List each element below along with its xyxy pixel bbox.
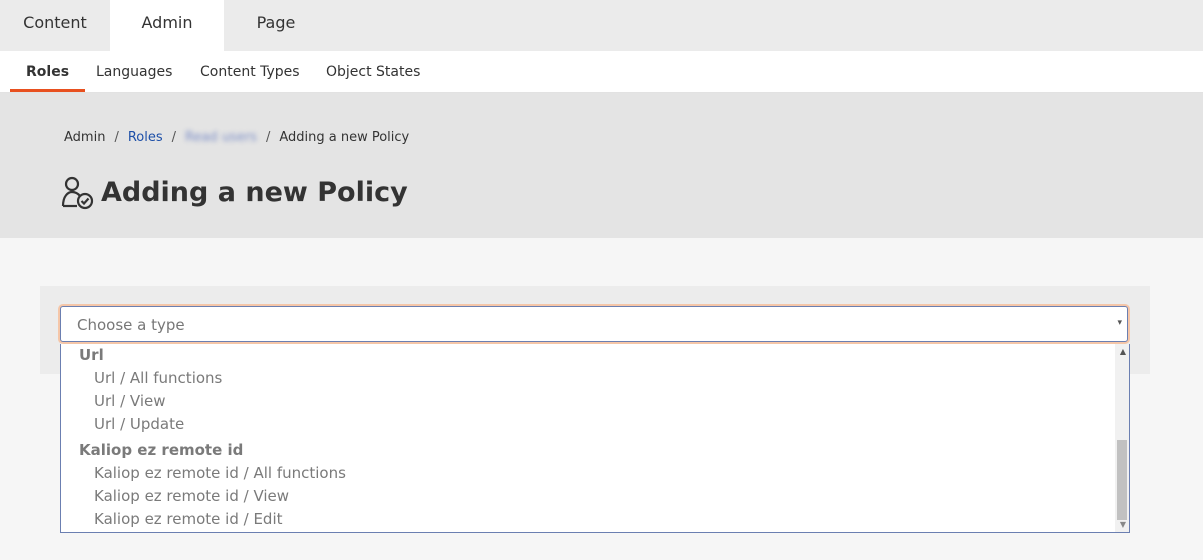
scroll-down-icon[interactable]: ▼ [1120, 520, 1126, 529]
tab-page[interactable]: Page [224, 0, 328, 51]
chevron-down-icon: ▾ [1117, 318, 1122, 328]
user-check-icon [61, 176, 94, 210]
breadcrumb-role[interactable]: Read users [185, 130, 257, 145]
page-title: Adding a new Policy [101, 177, 408, 208]
option-group-url: Url [79, 346, 104, 364]
subnav-content-types[interactable]: Content Types [200, 51, 300, 92]
subnav-object-states[interactable]: Object States [326, 51, 420, 92]
breadcrumb: Admin / Roles / Read users / Adding a new Poli… [64, 130, 409, 145]
page-header: Admin / Roles / Read users / Adding a new Poli… [0, 93, 1203, 238]
breadcrumb-separator: / [265, 130, 271, 145]
breadcrumb-admin[interactable]: Admin [64, 130, 105, 145]
breadcrumb-separator: / [171, 130, 177, 145]
option-kaliop-all-functions[interactable]: Kaliop ez remote id / All functions [94, 464, 346, 482]
subnav-roles[interactable]: Roles [10, 51, 86, 92]
admin-subnav: Roles Languages Content Types Object Sta… [0, 51, 1203, 93]
policy-type-dropdown: Url Url / All functions Url / View Url /… [60, 344, 1130, 533]
policy-type-select[interactable]: Choose a type ▾ [60, 306, 1128, 342]
breadcrumb-current: Adding a new Policy [279, 130, 410, 145]
scroll-up-icon[interactable]: ▲ [1120, 347, 1126, 356]
tab-content[interactable]: Content [0, 0, 110, 51]
scrollbar-thumb[interactable] [1117, 440, 1127, 520]
option-url-all-functions[interactable]: Url / All functions [94, 369, 222, 387]
subnav-languages[interactable]: Languages [96, 51, 172, 92]
option-kaliop-view[interactable]: Kaliop ez remote id / View [94, 487, 289, 505]
top-tab-bar: Content Admin Page [0, 0, 1203, 51]
option-group-kaliop: Kaliop ez remote id [79, 441, 244, 459]
breadcrumb-separator: / [114, 130, 119, 145]
breadcrumb-roles[interactable]: Roles [128, 130, 163, 145]
select-placeholder: Choose a type [77, 316, 185, 334]
option-url-view[interactable]: Url / View [94, 392, 166, 410]
option-url-update[interactable]: Url / Update [94, 415, 184, 433]
tab-admin[interactable]: Admin [110, 0, 224, 51]
dropdown-scrollbar[interactable]: ▲ ▼ [1115, 344, 1129, 532]
option-kaliop-edit[interactable]: Kaliop ez remote id / Edit [94, 510, 283, 528]
